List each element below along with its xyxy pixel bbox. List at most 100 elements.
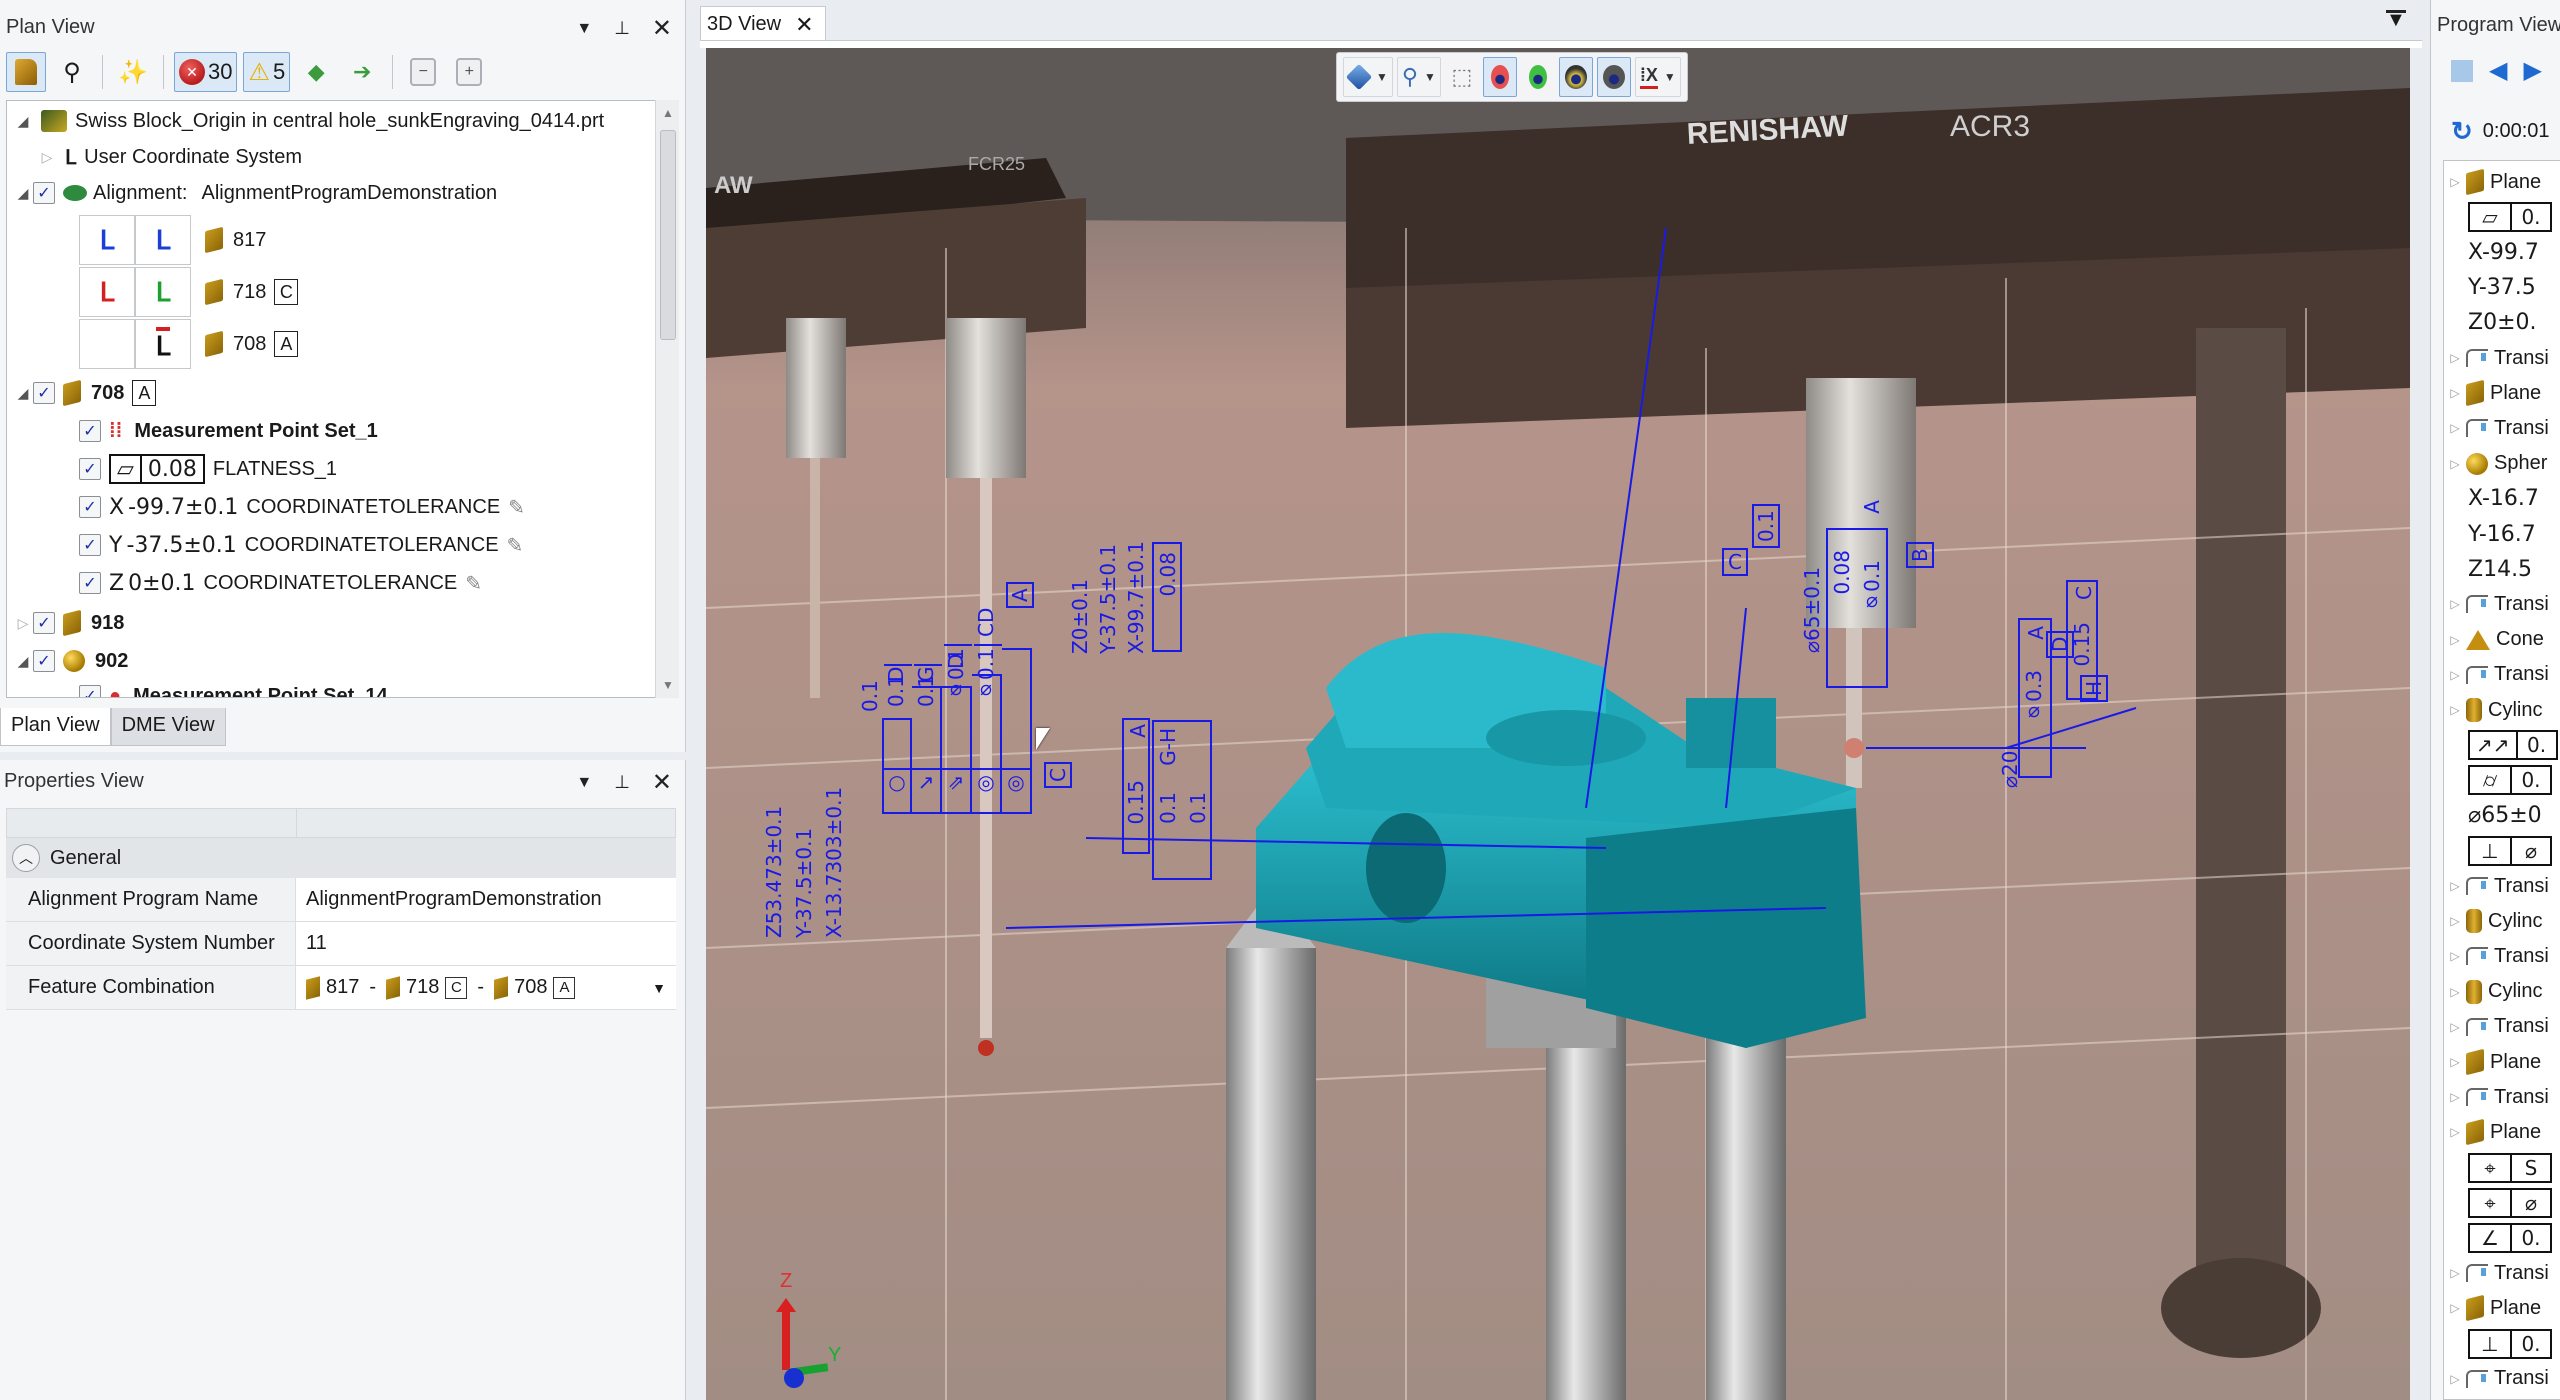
program-item-plane[interactable]: ▷ Plane xyxy=(2444,1115,2541,1149)
show-machine-button[interactable] xyxy=(1596,57,1631,97)
datum-c-label[interactable]: C xyxy=(1044,762,1072,788)
program-item-text[interactable]: X-99.7 xyxy=(2444,235,2539,269)
coord-annotation-y[interactable]: Y-37.5±0.1 xyxy=(792,828,816,938)
plane-coord-z[interactable]: Z0±0.1 xyxy=(1068,579,1092,654)
close-tab-icon[interactable]: ✕ xyxy=(795,12,813,38)
program-item-transition[interactable]: ▷ Transi xyxy=(2444,1010,2548,1044)
visibility-checkbox[interactable]: ✓ xyxy=(79,496,101,518)
visibility-checkbox[interactable]: ✓ xyxy=(33,182,55,204)
visibility-checkbox[interactable]: ✓ xyxy=(79,685,101,697)
tree-item-coord-x[interactable]: ✓ X -99.7±0.1 COORDINATETOLERANCE ✎ xyxy=(79,489,525,525)
tab-plan-view[interactable]: Plan View xyxy=(0,708,111,746)
expand-arrow-icon[interactable]: ▷ xyxy=(2444,386,2466,400)
expand-arrow-icon[interactable]: ▷ xyxy=(2444,703,2466,717)
tree-item-user-cs[interactable]: ▷ ᒪ User Coordinate System xyxy=(37,139,302,175)
program-item-text[interactable]: X-16.7 xyxy=(2444,482,2539,516)
expand-arrow-icon[interactable]: ▷ xyxy=(2444,1125,2466,1139)
program-item-plane[interactable]: ▷ Plane xyxy=(2444,165,2541,199)
property-row[interactable]: Feature Combination 817 - 718 C - 708 A … xyxy=(6,966,676,1010)
dropdown-arrow-icon[interactable]: ▼ xyxy=(652,980,666,996)
program-item-text[interactable]: Y-16.7 xyxy=(2444,517,2536,551)
datum-b-label[interactable]: B xyxy=(1906,542,1934,568)
program-item-cylinder[interactable]: ▷ Cylinc xyxy=(2444,693,2542,727)
magic-wand-button[interactable]: ✨ xyxy=(113,52,153,92)
expand-arrow-icon[interactable]: ◢ xyxy=(13,653,33,670)
visibility-checkbox[interactable]: ✓ xyxy=(33,612,55,634)
coordinate-system-number-field[interactable]: 11 xyxy=(296,922,676,965)
expand-arrow-icon[interactable]: ▷ xyxy=(2444,1090,2466,1104)
close-icon[interactable]: ✕ xyxy=(652,14,672,43)
expand-arrow-icon[interactable]: ▷ xyxy=(2444,633,2466,647)
axis-x-cell[interactable]: ᒪ xyxy=(79,267,135,317)
visibility-checkbox[interactable]: ✓ xyxy=(33,650,55,672)
edit-pencil-icon[interactable]: ✎ xyxy=(507,533,524,558)
tree-item-708[interactable]: ◢ ✓ 708 A xyxy=(13,375,157,411)
tree-item-partial[interactable]: ✓ ● Measurement Point Set_14 xyxy=(79,681,388,697)
expand-arrow-icon[interactable]: ▷ xyxy=(2444,457,2466,471)
axis-x-cell[interactable]: ᒪ xyxy=(79,215,135,265)
program-item-fcf[interactable]: ⊥ 0. xyxy=(2444,1327,2552,1361)
show-part-button[interactable] xyxy=(1521,57,1555,97)
expand-arrow-icon[interactable]: ◢ xyxy=(13,185,33,202)
program-item-transition[interactable]: ▷ Transi xyxy=(2444,341,2548,375)
previous-button[interactable]: ◆ xyxy=(296,52,336,92)
alignment-row[interactable]: ᒪ ᒪ 817 xyxy=(79,215,298,265)
program-item-transition[interactable]: ▷ Transi xyxy=(2444,1256,2548,1290)
feature-filter-button[interactable] xyxy=(6,52,46,92)
tree-item-918[interactable]: ▷ ✓ 918 xyxy=(13,605,124,641)
scroll-down-icon[interactable]: ▼ xyxy=(662,678,674,692)
plane-coord-y[interactable]: Y-37.5±0.1 xyxy=(1096,544,1120,654)
expand-arrow-icon[interactable]: ▷ xyxy=(2444,1266,2466,1280)
stop-button[interactable] xyxy=(2451,59,2473,82)
expand-arrow-icon[interactable]: ▷ xyxy=(2444,949,2466,963)
fcf-column[interactable]: ○ 0.1 xyxy=(858,680,912,814)
display-mode-dropdown[interactable]: ▼ xyxy=(1343,57,1393,97)
program-item-cone[interactable]: ▷ Cone xyxy=(2444,623,2543,657)
lasso-select-button[interactable]: ⬚ xyxy=(1445,57,1479,97)
scroll-up-icon[interactable]: ▲ xyxy=(662,106,674,120)
pin-icon[interactable]: ⊥ xyxy=(614,772,630,793)
alignment-program-name-field[interactable]: AlignmentProgramDemonstration xyxy=(296,878,676,921)
visibility-checkbox[interactable]: ✓ xyxy=(79,534,101,556)
program-item-transition[interactable]: ▷ Transi xyxy=(2444,1080,2548,1114)
expand-arrow-icon[interactable]: ▷ xyxy=(2444,1020,2466,1034)
datum-c-small-tol[interactable]: 0.1 xyxy=(1752,504,1780,548)
program-item-fcf[interactable]: ↗↗ 0. xyxy=(2444,728,2558,762)
program-item-text[interactable]: ⌀65±0 xyxy=(2444,799,2542,833)
cylinder-fcf[interactable]: 0.08 ⌀0.1 A xyxy=(1826,500,1888,688)
visibility-checkbox[interactable]: ✓ xyxy=(79,420,101,442)
visibility-checkbox[interactable]: ✓ xyxy=(33,382,55,404)
expand-arrow-icon[interactable]: ▷ xyxy=(2444,351,2466,365)
close-icon[interactable]: ✕ xyxy=(652,768,672,797)
expand-arrow-icon[interactable]: ▷ xyxy=(2444,914,2466,928)
program-item-transition[interactable]: ▷ Transi xyxy=(2444,587,2548,621)
show-fixture-button[interactable] xyxy=(1558,57,1593,97)
property-row[interactable]: Alignment Program Name AlignmentProgramD… xyxy=(6,878,676,922)
pin-icon[interactable]: ⊥ xyxy=(614,18,630,39)
program-item-fcf[interactable]: ∠ 0. xyxy=(2444,1221,2552,1255)
coord-annotation-x[interactable]: X-13.7303±0.1 xyxy=(822,787,846,938)
errors-button[interactable]: ✕ 30 xyxy=(174,52,238,92)
view-filter-dropdown[interactable]: ⚲ ▼ xyxy=(1396,57,1441,97)
visibility-checkbox[interactable]: ✓ xyxy=(79,458,101,480)
tab-3d-view[interactable]: 3D View ✕ xyxy=(700,6,826,42)
program-item-plane[interactable]: ▷ Plane xyxy=(2444,1291,2541,1325)
program-item-fcf[interactable]: ⌭ 0. xyxy=(2444,763,2552,797)
fcf-column[interactable]: ◎ ⌀0.1 CD xyxy=(974,607,1032,814)
expand-arrow-icon[interactable]: ▷ xyxy=(2444,985,2466,999)
cylinder-diameter[interactable]: ⌀65±0.1 xyxy=(1800,567,1824,653)
tree-item-flatness[interactable]: ✓ ⏥ 0.08 FLATNESS_1 xyxy=(79,451,337,487)
tab-dme-view[interactable]: DME View xyxy=(110,708,226,746)
program-item-transition[interactable]: ▷ Transi xyxy=(2444,658,2548,692)
step-back-button[interactable]: ◀ xyxy=(2489,56,2507,85)
coord-annotation-z[interactable]: Z53.473±0.1 xyxy=(762,806,786,938)
expand-arrow-icon[interactable]: ◢ xyxy=(13,385,33,402)
expand-arrow-icon[interactable]: ▷ xyxy=(2444,1301,2466,1315)
expand-arrow-icon[interactable]: ▷ xyxy=(2444,175,2466,189)
warnings-button[interactable]: ⚠ 5 xyxy=(243,52,291,92)
panel-menu-icon[interactable]: ▼ xyxy=(576,20,592,38)
fcf-stack[interactable]: ○ 0.1 ↗ 0.1 D ⇗ 0.1 G ◎ ⌀0.1 D ◎ ⌀0.1 CD xyxy=(858,607,1032,814)
right-small-datum[interactable]: H xyxy=(2080,674,2108,702)
tree-item-902[interactable]: ◢ ✓ 902 xyxy=(13,643,128,679)
expand-arrow-icon[interactable]: ▷ xyxy=(37,149,57,166)
